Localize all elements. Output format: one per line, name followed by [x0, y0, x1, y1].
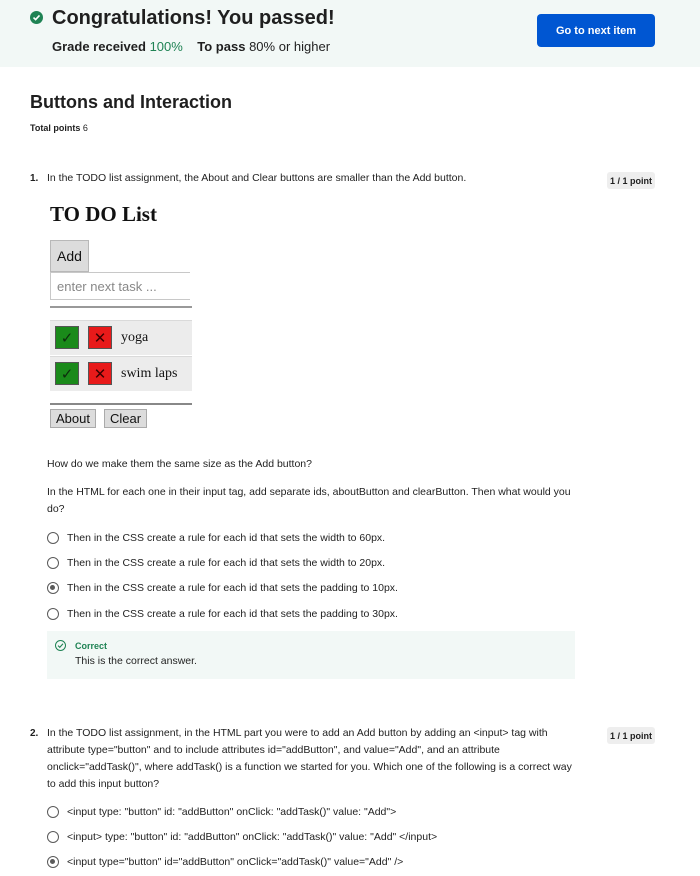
option-label: <input> type: "button" id: "addButton" o…	[67, 831, 438, 843]
radio-button[interactable]	[47, 831, 59, 843]
checkmark-icon: ✓	[55, 326, 79, 349]
option-label: Then in the CSS create a rule for each i…	[67, 582, 398, 594]
question-text: In the TODO list assignment, in the HTML…	[47, 727, 572, 790]
feedback-title: Correct	[75, 641, 108, 651]
radio-button[interactable]	[47, 557, 59, 569]
x-icon: ✕	[88, 326, 112, 349]
question-prompt: How do we make them the same size as the…	[47, 458, 312, 470]
todo-task-label: yoga	[121, 330, 149, 345]
total-points-label: Total points	[30, 123, 81, 133]
answer-option[interactable]: Then in the CSS create a rule for each i…	[47, 606, 398, 622]
option-label: <input type: "button" id: "addButton" on…	[67, 806, 397, 818]
answer-option[interactable]: <input type: "button" id: "addButton" on…	[47, 804, 396, 820]
total-points-value: 6	[82, 123, 88, 133]
answer-option[interactable]: Then in the CSS create a rule for each i…	[47, 580, 398, 596]
question-number: 2.	[30, 728, 39, 739]
option-label: Then in the CSS create a rule for each i…	[67, 532, 386, 544]
feedback-text: This is the correct answer.	[75, 655, 197, 667]
check-circle-icon	[30, 11, 43, 24]
option-label: Then in the CSS create a rule for each i…	[67, 608, 398, 620]
grade-line: Grade received 100% To pass 80% or highe…	[52, 39, 330, 54]
pass-label: To pass	[197, 39, 246, 54]
answer-feedback: Correct This is the correct answer.	[47, 631, 575, 679]
answer-option[interactable]: <input> type: "button" id: "addButton" o…	[47, 829, 437, 845]
checkmark-icon: ✓	[55, 362, 79, 385]
question-number: 1.	[30, 173, 39, 184]
radio-button-selected[interactable]	[47, 856, 59, 868]
banner-title: Congratulations! You passed!	[52, 7, 335, 29]
pass-value: 80% or higher	[249, 39, 331, 54]
divider	[50, 403, 192, 405]
quiz-title: Buttons and Interaction	[30, 92, 232, 112]
todo-task-input: enter next task ...	[50, 272, 190, 300]
radio-button[interactable]	[47, 608, 59, 620]
answer-option[interactable]: Then in the CSS create a rule for each i…	[47, 555, 385, 571]
x-icon: ✕	[88, 362, 112, 385]
grade-value: 100%	[149, 39, 183, 54]
todo-title: TO DO List	[50, 202, 157, 226]
todo-row: ✓ ✕ yoga	[50, 320, 192, 355]
result-banner: Congratulations! You passed! Grade recei…	[0, 0, 700, 67]
answer-option[interactable]: <input type="button" id="addButton" onCl…	[47, 854, 403, 870]
points-badge: 1 / 1 point	[607, 172, 655, 189]
go-to-next-item-button[interactable]: Go to next item	[537, 14, 655, 47]
question-prompt: In the HTML for each one in their input …	[47, 486, 571, 515]
check-circle-icon	[55, 640, 66, 651]
radio-button-selected[interactable]	[47, 582, 59, 594]
points-badge: 1 / 1 point	[607, 727, 655, 744]
question-text: In the TODO list assignment, the About a…	[47, 172, 467, 184]
answer-option[interactable]: Then in the CSS create a rule for each i…	[47, 530, 385, 546]
radio-button[interactable]	[47, 532, 59, 544]
option-label: <input type="button" id="addButton" onCl…	[67, 856, 404, 868]
todo-add-button: Add	[50, 240, 89, 272]
divider	[50, 306, 192, 308]
radio-button[interactable]	[47, 806, 59, 818]
todo-task-label: swim laps	[121, 366, 178, 381]
todo-about-button: About	[50, 409, 96, 428]
total-points: Total points 6	[30, 123, 88, 133]
todo-clear-button: Clear	[104, 409, 148, 428]
todo-row: ✓ ✕ swim laps	[50, 356, 192, 391]
grade-label: Grade received	[52, 39, 146, 54]
option-label: Then in the CSS create a rule for each i…	[67, 557, 386, 569]
todo-list-screenshot: TO DO List Add enter next task ... ✓ ✕ y…	[48, 198, 198, 433]
